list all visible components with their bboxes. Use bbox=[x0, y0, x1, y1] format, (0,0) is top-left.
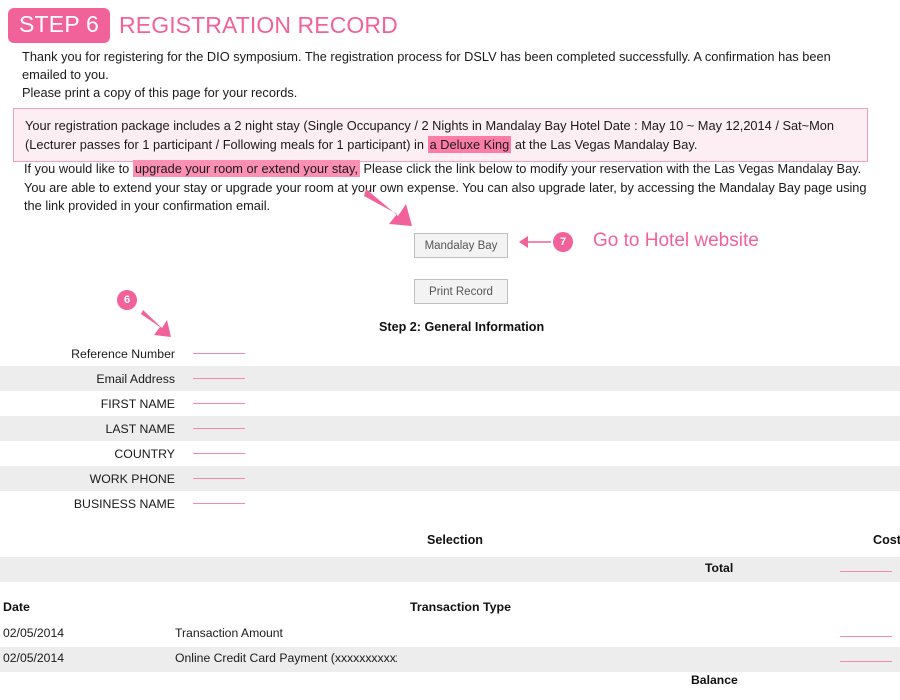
form-row-value-dash bbox=[193, 453, 245, 454]
form-row-value-dash bbox=[193, 428, 245, 429]
transaction-type: Transaction Amount bbox=[175, 626, 283, 640]
balance-label: Balance bbox=[691, 673, 738, 687]
form-row: BUSINESS NAME bbox=[0, 491, 900, 516]
form-row: FIRST NAME bbox=[0, 391, 900, 416]
cost-column-header: Cost bbox=[873, 533, 900, 547]
total-row: Total bbox=[0, 557, 900, 582]
transaction-type: Online Credit Card Payment (xxxxxxxxxxxx… bbox=[175, 651, 397, 665]
package-text-after: at the Las Vegas Mandalay Bay. bbox=[511, 137, 698, 152]
transaction-date: 02/05/2014 bbox=[3, 651, 64, 665]
form-row: Reference Number bbox=[0, 341, 900, 366]
page-header: STEP 6 REGISTRATION RECORD bbox=[8, 8, 398, 43]
general-information-rows: Reference Number Email Address FIRST NAME L… bbox=[0, 341, 900, 516]
print-record-button[interactable]: Print Record bbox=[414, 279, 508, 304]
transaction-amount-dash bbox=[840, 661, 892, 662]
annotation-text-hotel-website: Go to Hotel website bbox=[593, 230, 759, 251]
table-row: 02/05/2014 Transaction Amount bbox=[0, 622, 900, 647]
annotation-circle-6: 6 bbox=[117, 290, 137, 310]
total-value-dash bbox=[840, 571, 892, 572]
form-row-value-dash bbox=[193, 378, 245, 379]
form-row-value-dash bbox=[193, 353, 245, 354]
annotation-circle-7: 7 bbox=[553, 232, 573, 252]
form-row-value-dash bbox=[193, 478, 245, 479]
transaction-amount-dash bbox=[840, 636, 892, 637]
form-row-label: Reference Number bbox=[71, 346, 175, 361]
form-row-label: WORK PHONE bbox=[89, 471, 175, 486]
form-row-label: BUSINESS NAME bbox=[73, 496, 175, 511]
package-info-box: Your registration package includes a 2 n… bbox=[13, 108, 868, 162]
table-row: 02/05/2014 Online Credit Card Payment (xx… bbox=[0, 647, 900, 672]
page-title: REGISTRATION RECORD bbox=[119, 12, 398, 38]
arrow-left-icon bbox=[519, 236, 551, 248]
upgrade-text-before: If you would like to bbox=[24, 161, 133, 176]
balance-row: Balance bbox=[0, 673, 900, 693]
step2-heading: Step 2: General Information bbox=[379, 320, 545, 334]
form-row: LAST NAME bbox=[0, 416, 900, 441]
selection-table-header: Selection Cost bbox=[0, 533, 900, 555]
transaction-date: 02/05/2014 bbox=[3, 626, 64, 640]
package-room-highlight: a Deluxe King bbox=[427, 136, 512, 153]
mandalay-bay-button[interactable]: Mandalay Bay bbox=[414, 233, 508, 258]
form-row-value-dash bbox=[193, 503, 245, 504]
form-row-label: COUNTRY bbox=[114, 446, 175, 461]
selection-column-header: Selection bbox=[427, 533, 483, 547]
form-row: Email Address bbox=[0, 366, 900, 391]
transaction-rows: 02/05/2014 Transaction Amount 02/05/2014 On… bbox=[0, 622, 900, 672]
date-column-header: Date bbox=[3, 600, 30, 614]
form-row-label: FIRST NAME bbox=[100, 396, 175, 411]
form-row-value-dash bbox=[193, 403, 245, 404]
form-row-label: Email Address bbox=[96, 371, 175, 386]
upgrade-paragraph: If you would like to upgrade your room o… bbox=[24, 160, 880, 216]
form-row: WORK PHONE bbox=[0, 466, 900, 491]
form-row: COUNTRY bbox=[0, 441, 900, 466]
intro-line-1: Thank you for registering for the DIO sy… bbox=[22, 49, 831, 82]
total-label: Total bbox=[705, 561, 734, 575]
intro-paragraph: Thank you for registering for the DIO sy… bbox=[22, 48, 870, 102]
arrow-down-right-small-icon bbox=[141, 310, 171, 337]
upgrade-highlight: upgrade your room or extend your stay, bbox=[132, 160, 360, 177]
transaction-table-header: Date Transaction Type bbox=[0, 600, 900, 620]
step-badge: STEP 6 bbox=[8, 8, 111, 43]
intro-line-2: Please print a copy of this page for you… bbox=[22, 85, 298, 100]
form-row-label: LAST NAME bbox=[105, 421, 175, 436]
transaction-type-column-header: Transaction Type bbox=[410, 600, 511, 614]
